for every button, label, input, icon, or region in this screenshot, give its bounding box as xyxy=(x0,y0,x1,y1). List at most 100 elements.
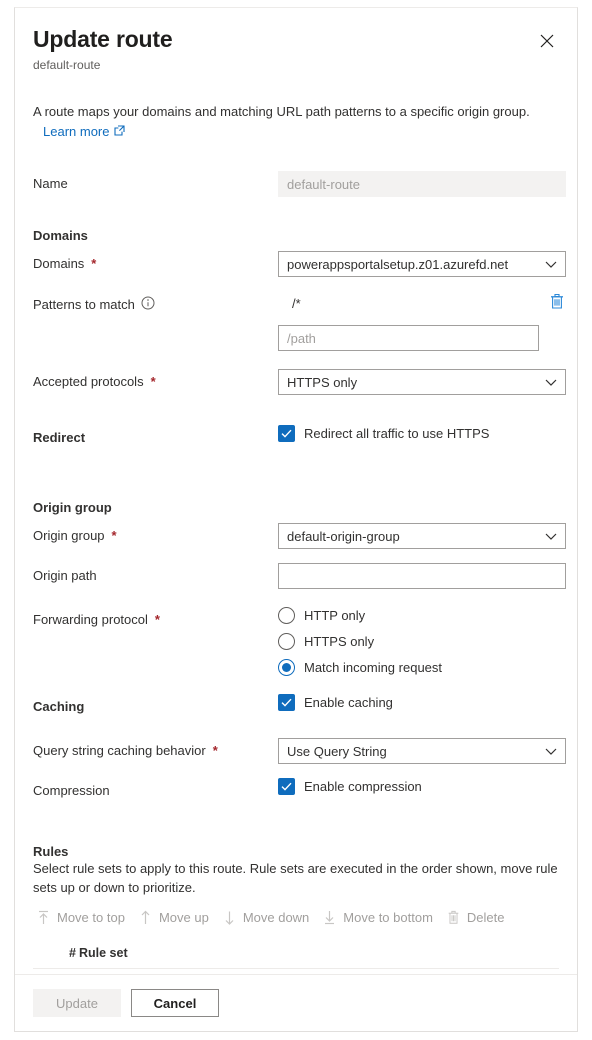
pattern-item-row: /* xyxy=(278,291,566,315)
domains-required-marker: * xyxy=(91,256,97,272)
domains-dropdown[interactable]: powerappsportalsetup.z01.azurefd.net xyxy=(278,251,566,278)
domains-label: Domains * xyxy=(33,251,278,271)
field-row-name: Name default-route xyxy=(33,171,566,198)
domains-section-heading: Domains xyxy=(33,228,88,244)
query-string-caching-label: Query string caching behavior * xyxy=(33,738,278,758)
accepted-protocols-label: Accepted protocols * xyxy=(33,369,278,389)
forwarding-protocol-required-marker: * xyxy=(154,612,160,628)
radio-option-http-only[interactable]: HTTP only xyxy=(278,607,559,625)
name-control: default-route xyxy=(278,171,566,198)
cancel-button[interactable]: Cancel xyxy=(131,989,219,1017)
arrow-up-to-line-icon xyxy=(37,910,50,925)
radio-option-match-incoming-request[interactable]: Match incoming request xyxy=(278,659,559,677)
enable-caching-checkbox[interactable]: Enable caching xyxy=(278,694,559,712)
forwarding-protocol-radio-group: HTTP only HTTPS only Match incoming requ… xyxy=(278,607,559,677)
name-readonly-value: default-route xyxy=(278,171,566,198)
info-icon[interactable] xyxy=(141,296,155,313)
arrow-up-icon xyxy=(139,910,152,925)
pattern-value: /* xyxy=(292,295,301,311)
update-route-panel: Update route default-route A route maps … xyxy=(14,7,578,1032)
rules-table-header-row: # Rule set xyxy=(33,938,559,969)
radio-unchecked-icon xyxy=(278,607,295,625)
radio-label: Match incoming request xyxy=(304,660,443,676)
query-string-caching-control: Use Query String xyxy=(278,738,566,765)
learn-more-label: Learn more xyxy=(43,123,110,139)
name-label: Name xyxy=(33,176,68,192)
origin-path-input[interactable] xyxy=(278,563,566,590)
redirect-control: Redirect all traffic to use HTTPS xyxy=(278,425,559,443)
enable-caching-label: Enable caching xyxy=(304,695,393,711)
close-button[interactable] xyxy=(533,27,561,55)
redirect-https-checkbox[interactable]: Redirect all traffic to use HTTPS xyxy=(278,425,559,443)
enable-compression-label: Enable compression xyxy=(304,779,422,795)
arrow-down-to-line-icon xyxy=(323,910,336,925)
radio-option-https-only[interactable]: HTTPS only xyxy=(278,633,559,651)
move-to-top-label: Move to top xyxy=(57,909,125,925)
compression-label: Compression xyxy=(33,783,110,799)
query-string-caching-selected-value: Use Query String xyxy=(287,743,387,759)
radio-label: HTTP only xyxy=(304,608,366,624)
move-down-button[interactable]: Move down xyxy=(219,907,319,928)
rules-command-bar: Move to top Move up Move down Move to bo… xyxy=(33,907,559,928)
panel-header: Update route default-route xyxy=(33,8,559,72)
forwarding-protocol-control: HTTP only HTTPS only Match incoming requ… xyxy=(278,607,559,677)
field-row-forwarding-protocol: Forwarding protocol * HTTP only HTTPS on… xyxy=(33,607,559,677)
move-up-button[interactable]: Move up xyxy=(135,907,219,928)
forwarding-protocol-label-text: Forwarding protocol xyxy=(33,612,148,628)
panel-footer: Update Cancel xyxy=(15,974,577,1031)
redirect-label: Redirect xyxy=(33,430,86,446)
delete-rule-button[interactable]: Delete xyxy=(443,907,515,928)
domains-selected-value: powerappsportalsetup.z01.azurefd.net xyxy=(287,256,509,272)
move-to-top-button[interactable]: Move to top xyxy=(33,907,135,928)
field-row-compression: Compression Enable compression xyxy=(33,778,559,804)
patterns-label-text: Patterns to match xyxy=(33,297,135,313)
patterns-label: Patterns to match xyxy=(33,291,278,313)
pattern-input[interactable] xyxy=(278,325,539,352)
page-title: Update route xyxy=(33,26,173,52)
rules-table-empty-body xyxy=(33,969,559,974)
field-row-patterns: Patterns to match /* xyxy=(33,291,563,352)
chevron-down-icon xyxy=(545,529,557,544)
delete-label: Delete xyxy=(466,909,505,925)
checkbox-checked-icon xyxy=(278,694,295,712)
chevron-down-icon xyxy=(545,257,557,272)
accepted-protocols-control: HTTPS only xyxy=(278,369,566,396)
section-row-domains: Domains xyxy=(33,223,559,249)
query-string-caching-dropdown[interactable]: Use Query String xyxy=(278,738,566,765)
panel-body: Update route default-route A route maps … xyxy=(15,8,577,974)
close-icon xyxy=(540,34,554,48)
domains-control: powerappsportalsetup.z01.azurefd.net xyxy=(278,251,566,278)
accepted-protocols-dropdown[interactable]: HTTPS only xyxy=(278,369,566,396)
page-subtitle: default-route xyxy=(33,58,101,73)
pattern-delete-button[interactable] xyxy=(548,294,566,312)
move-to-bottom-button[interactable]: Move to bottom xyxy=(319,907,443,928)
move-up-label: Move up xyxy=(158,909,209,925)
column-header-index: # xyxy=(69,945,76,960)
field-row-accepted-protocols: Accepted protocols * HTTPS only xyxy=(33,369,566,396)
origin-group-label-text: Origin group xyxy=(33,528,105,544)
origin-path-label: Origin path xyxy=(33,568,97,584)
origin-group-label: Origin group * xyxy=(33,523,278,543)
update-button[interactable]: Update xyxy=(33,989,121,1017)
forwarding-protocol-label: Forwarding protocol * xyxy=(33,607,278,627)
caching-label: Caching xyxy=(33,699,85,715)
origin-group-selected-value: default-origin-group xyxy=(287,528,400,544)
enable-compression-checkbox[interactable]: Enable compression xyxy=(278,778,559,796)
rules-description: Select rule sets to apply to this route.… xyxy=(33,861,558,896)
rules-table: # Rule set xyxy=(33,938,559,974)
query-string-caching-label-text: Query string caching behavior xyxy=(33,743,206,759)
chevron-down-icon xyxy=(545,744,557,759)
origin-group-control: default-origin-group xyxy=(278,523,566,550)
trash-icon xyxy=(549,293,565,313)
caching-control: Enable caching xyxy=(278,694,559,712)
origin-group-dropdown[interactable]: default-origin-group xyxy=(278,523,566,550)
compression-control: Enable compression xyxy=(278,778,559,796)
accepted-protocols-label-text: Accepted protocols xyxy=(33,374,144,390)
field-row-query-string-caching: Query string caching behavior * Use Quer… xyxy=(33,738,566,765)
section-row-origin-group: Origin group xyxy=(33,495,559,521)
learn-more-link[interactable]: Learn more xyxy=(43,122,126,142)
field-row-caching: Caching Enable caching xyxy=(33,694,559,720)
intro-text: A route maps your domains and matching U… xyxy=(33,104,530,120)
arrow-down-icon xyxy=(223,910,236,925)
query-string-caching-required-marker: * xyxy=(212,743,218,759)
